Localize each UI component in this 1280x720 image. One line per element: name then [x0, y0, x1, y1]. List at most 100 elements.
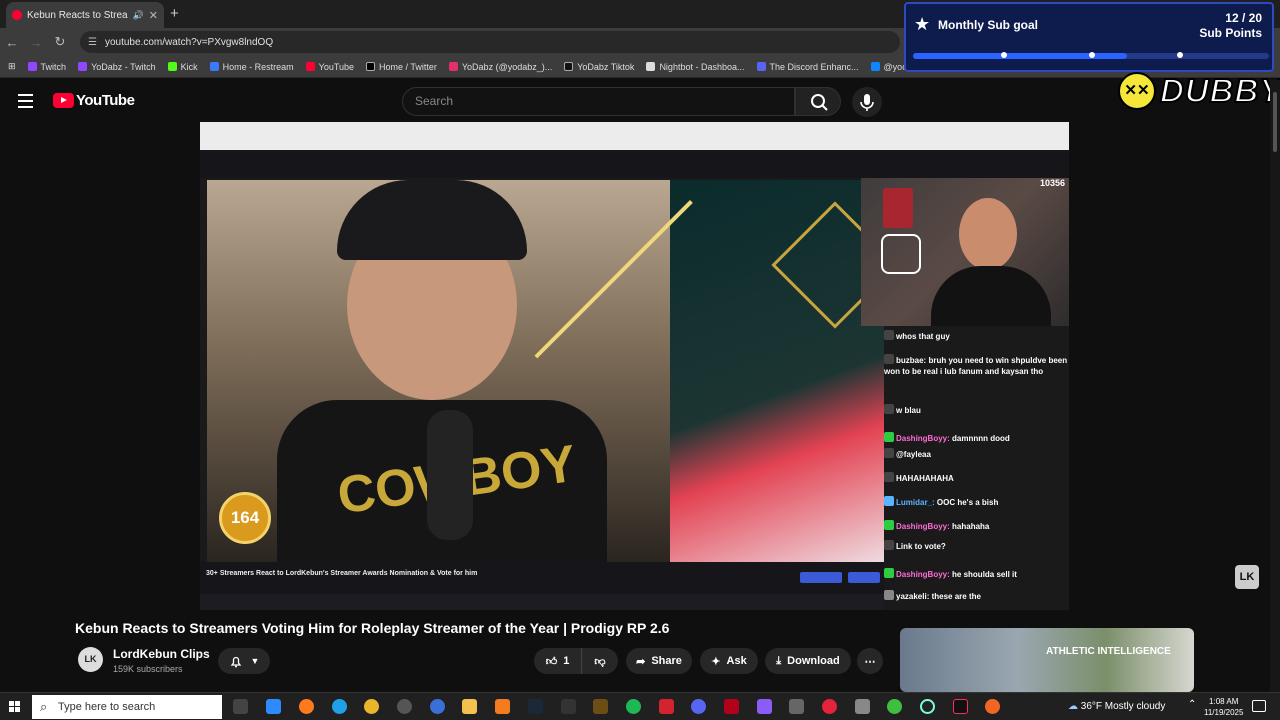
notification-center-icon[interactable]	[1252, 700, 1266, 712]
app-icon[interactable]	[593, 699, 608, 714]
chat-username: DashingBoyy:	[896, 434, 950, 443]
chat-badge-icon	[884, 496, 894, 506]
search-input[interactable]: Search	[402, 87, 795, 116]
main-webcam-feed: COWBOY 164	[207, 180, 670, 562]
reload-icon[interactable]: ↻	[48, 34, 72, 50]
wall-logo	[883, 188, 913, 228]
browser-tab[interactable]: Kebun Reacts to Streamers 🔊 ✕	[6, 2, 164, 28]
apps-icon[interactable]: ⊞	[8, 61, 16, 72]
hamburger-menu-icon[interactable]	[18, 94, 33, 112]
chevron-down-icon: ▼	[250, 656, 260, 666]
file-explorer-icon[interactable]	[462, 699, 477, 714]
forward-icon[interactable]: →	[24, 35, 48, 50]
notification-bell-button[interactable]: ▼	[218, 648, 270, 674]
app-icon[interactable]	[985, 699, 1000, 714]
bookmark-youtube[interactable]: YouTube	[305, 62, 354, 72]
chat-username: Lumidar_:	[896, 498, 935, 507]
clock-time: 1:08 AM	[1209, 697, 1239, 706]
bookmark-discord-enhancer[interactable]: The Discord Enhanc...	[756, 62, 859, 72]
bookmark-twitter[interactable]: Home / Twitter	[366, 62, 437, 72]
chat-username: @fayleaa	[896, 450, 931, 459]
chat-message: whos that guy	[884, 330, 1069, 342]
dubby-text: DUBBY	[1159, 71, 1280, 110]
app-icon[interactable]	[920, 699, 935, 714]
windows-start-icon[interactable]	[9, 701, 21, 713]
goal-count: 12 / 20 Sub Points	[1199, 11, 1262, 41]
bookmark-twitch[interactable]: Twitch	[27, 62, 66, 72]
app-icon[interactable]	[887, 699, 902, 714]
search-button[interactable]	[795, 87, 841, 116]
vlc-icon[interactable]	[495, 699, 510, 714]
cap	[337, 180, 527, 260]
firefox-icon[interactable]	[299, 699, 314, 714]
video-player[interactable]: COWBOY 164 10356 whos that guy buzbae: br…	[200, 122, 1069, 610]
youtube-favicon-icon	[12, 10, 22, 20]
weather-widget[interactable]: ☁ 36°F Mostly cloudy	[1068, 701, 1165, 712]
like-button[interactable]: 👍︎ 1	[534, 648, 582, 674]
speaker-icon[interactable]: 🔊	[133, 10, 144, 21]
settings-icon[interactable]	[789, 699, 804, 714]
discord-icon[interactable]	[691, 699, 706, 714]
more-actions-button[interactable]: ⋯	[857, 648, 883, 674]
thumbs-down-icon: 👎︎	[594, 655, 606, 668]
steam-icon[interactable]	[528, 699, 543, 714]
share-button[interactable]: ➦ Share	[626, 648, 692, 674]
goal-count-unit: Sub Points	[1199, 26, 1262, 40]
tiktok-icon[interactable]	[953, 699, 968, 714]
sidebar-ad-thumbnail[interactable]: ATHLETIC INTELLIGENCE	[900, 628, 1194, 692]
bookmark-restream[interactable]: Home - Restream	[209, 62, 294, 72]
obs-icon[interactable]	[397, 699, 412, 714]
channel-name[interactable]: LordKebun Clips	[113, 647, 210, 661]
spotify-icon[interactable]	[626, 699, 641, 714]
stream-chat: whos that guy buzbae: bruh you need to wi…	[884, 326, 1069, 610]
chat-badge-icon	[884, 404, 894, 414]
ask-button[interactable]: ✦ Ask	[700, 648, 758, 674]
bookmark-tiktok[interactable]: YoDabz Tiktok	[564, 62, 634, 72]
back-icon[interactable]: ←	[0, 35, 24, 50]
embedded-taskbar	[200, 594, 884, 610]
site-info-icon[interactable]: ☰	[88, 37, 97, 48]
ad-text: ATHLETIC INTELLIGENCE	[1046, 646, 1171, 657]
bookmark-instagram[interactable]: YoDabz (@yodabz_)...	[448, 62, 552, 72]
system-clock[interactable]: 1:08 AM 11/19/2025	[1204, 696, 1243, 718]
app-icon[interactable]	[430, 699, 445, 714]
microphone-icon	[860, 94, 874, 111]
bookmark-kick[interactable]: Kick	[167, 62, 198, 72]
youtube-logo-icon[interactable]	[53, 93, 74, 108]
epic-games-icon[interactable]	[561, 699, 576, 714]
app-icon[interactable]	[724, 699, 739, 714]
voice-search-button[interactable]	[852, 87, 882, 117]
download-button[interactable]: ⤓ Download	[765, 648, 851, 674]
new-tab-button[interactable]: +	[170, 5, 179, 22]
taskbar-search-input[interactable]: Type here to search	[32, 695, 222, 719]
close-tab-icon[interactable]: ✕	[149, 9, 158, 22]
share-label: Share	[651, 655, 682, 667]
youtube-logo-text[interactable]: YouTube	[76, 92, 135, 109]
chrome-icon[interactable]	[364, 699, 379, 714]
channel-watermark-icon[interactable]: LK	[1235, 565, 1259, 589]
dislike-button[interactable]: 👎︎	[582, 648, 618, 674]
chat-message: buzbae: bruh you need to win shpuldve be…	[884, 354, 1069, 377]
weather-text: 36°F Mostly cloudy	[1080, 701, 1166, 712]
task-view-icon[interactable]	[233, 699, 248, 714]
app-icon[interactable]	[855, 699, 870, 714]
app-icon[interactable]	[822, 699, 837, 714]
edge-icon[interactable]	[332, 699, 347, 714]
app-icon[interactable]	[757, 699, 772, 714]
url-field[interactable]: ☰ youtube.com/watch?v=PXvgw8lndOQ	[80, 31, 900, 53]
bookmark-yodabz-twitch[interactable]: YoDabz - Twitch	[78, 62, 156, 72]
chat-message: HAHAHAHAHA	[884, 472, 1069, 484]
sparkle-icon: ✦	[711, 655, 721, 668]
embedded-clip-queue-header	[200, 150, 1069, 178]
page-scrollbar[interactable]	[1270, 80, 1280, 692]
goal-count-value: 12 / 20	[1225, 11, 1262, 25]
app-icon[interactable]	[659, 699, 674, 714]
chat-text: hahahaha	[949, 522, 990, 531]
tab-title: Kebun Reacts to Streamers	[27, 9, 128, 21]
channel-avatar[interactable]: LK	[78, 647, 103, 672]
chat-username: buzbae:	[896, 356, 927, 365]
chevron-up-icon[interactable]: ⌃	[1188, 699, 1196, 710]
copilot-icon[interactable]	[266, 699, 281, 714]
bookmark-nightbot[interactable]: Nightbot - Dashboa...	[646, 62, 745, 72]
scrollbar-thumb[interactable]	[1273, 92, 1277, 152]
